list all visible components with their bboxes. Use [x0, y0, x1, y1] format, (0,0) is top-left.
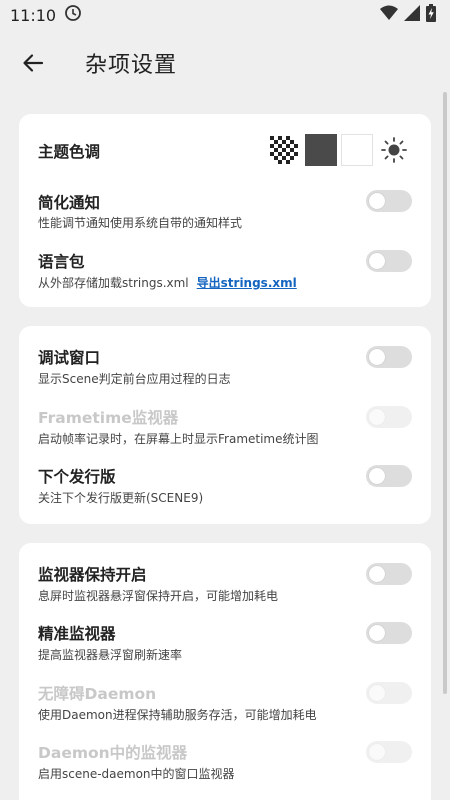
setting-title: 下个发行版	[38, 468, 116, 486]
toggle-switch[interactable]	[366, 622, 412, 644]
setting-description: 息屏时监视器悬浮窗保持开启，可能增加耗电	[38, 589, 279, 603]
settings-card-monitor: 监视器保持开启 息屏时监视器悬浮窗保持开启，可能增加耗电 精准监视器 提高监视器…	[19, 543, 431, 800]
setting-row-accessibility-daemon: 无障碍Daemon 使用Daemon进程保持辅助服务存活，可能增加耗电	[19, 682, 431, 740]
setting-title: 无障碍Daemon	[38, 685, 157, 703]
toggle-switch	[366, 741, 412, 763]
app-bar: 杂项设置	[0, 30, 450, 96]
setting-title: Frametime监视器	[38, 409, 179, 427]
setting-title: 精准监视器	[38, 625, 116, 643]
toggle-switch[interactable]	[366, 346, 412, 368]
theme-title: 主题色调	[38, 143, 101, 161]
toggle-switch	[366, 682, 412, 704]
alarm-clock-icon	[64, 4, 82, 26]
arrow-left-icon	[23, 54, 44, 72]
status-time: 11:10	[10, 5, 57, 25]
toggle-switch[interactable]	[366, 563, 412, 585]
setting-description: 启用scene-daemon中的窗口监视器	[38, 767, 235, 781]
theme-swatch-light[interactable]	[341, 134, 373, 166]
theme-swatch-dark[interactable]	[305, 134, 337, 166]
toggle-switch[interactable]	[366, 190, 412, 212]
setting-description: 关注下个发行版更新(SCENE9)	[38, 491, 204, 505]
setting-description: 性能调节通知使用系统自带的通知样式	[38, 216, 243, 230]
page-title: 杂项设置	[85, 53, 178, 78]
setting-row-debug-window[interactable]: 调试窗口 显示Scene判定前台应用过程的日志	[19, 346, 431, 404]
cellular-signal-icon	[404, 5, 420, 25]
setting-row-next-release[interactable]: 下个发行版 关注下个发行版更新(SCENE9)	[19, 465, 431, 523]
setting-description: 使用Daemon进程保持辅助服务存活，可能增加耗电	[38, 708, 317, 722]
setting-row-language-pack[interactable]: 语言包 从外部存储加载strings.xml 导出strings.xml	[19, 246, 431, 306]
toggle-switch[interactable]	[366, 250, 412, 272]
setting-title: 调试窗口	[38, 349, 101, 367]
setting-description: 从外部存储加载strings.xml 导出strings.xml	[38, 274, 297, 291]
wifi-icon	[380, 5, 398, 25]
setting-title: 简化通知	[38, 194, 101, 212]
theme-row: 主题色调	[19, 114, 431, 186]
setting-description: 启动帧率记录时，在屏幕上时显示Frametime统计图	[38, 432, 319, 446]
setting-title: Daemon中的监视器	[38, 744, 188, 762]
toggle-switch[interactable]	[366, 465, 412, 487]
setting-row-precise-monitor[interactable]: 精准监视器 提高监视器悬浮窗刷新速率	[19, 622, 431, 680]
back-button[interactable]	[13, 43, 53, 83]
setting-title: 语言包	[38, 253, 85, 271]
setting-row-frametime-monitor: Frametime监视器 启动帧率记录时，在屏幕上时显示Frametime统计图	[19, 406, 431, 464]
setting-description: 提高监视器悬浮窗刷新速率	[38, 648, 183, 662]
sun-icon[interactable]	[380, 136, 408, 164]
setting-row-keep-monitor-on[interactable]: 监视器保持开启 息屏时监视器悬浮窗保持开启，可能增加耗电	[19, 563, 431, 621]
setting-description: 显示Scene判定前台应用过程的日志	[38, 372, 231, 386]
status-bar: 11:10	[0, 0, 450, 30]
setting-row-daemon-monitor: Daemon中的监视器 启用scene-daemon中的窗口监视器	[19, 741, 431, 799]
settings-card-debug: 调试窗口 显示Scene判定前台应用过程的日志 Frametime监视器 启动帧…	[19, 326, 431, 524]
settings-card-general: 主题色调 简化通知 性能调节通知使用系统自带的通知样式 语言包 从外部存储加载s…	[19, 114, 431, 307]
setting-title: 监视器保持开启	[38, 566, 147, 584]
theme-swatch-checker[interactable]	[270, 136, 298, 164]
setting-row-simplified-notification[interactable]: 简化通知 性能调节通知使用系统自带的通知样式	[19, 186, 431, 246]
battery-charging-icon	[426, 4, 436, 26]
scrollbar[interactable]	[443, 92, 447, 694]
export-strings-link[interactable]: 导出strings.xml	[197, 276, 297, 290]
setting-description-text: 从外部存储加载strings.xml	[38, 276, 189, 290]
toggle-switch	[366, 406, 412, 428]
